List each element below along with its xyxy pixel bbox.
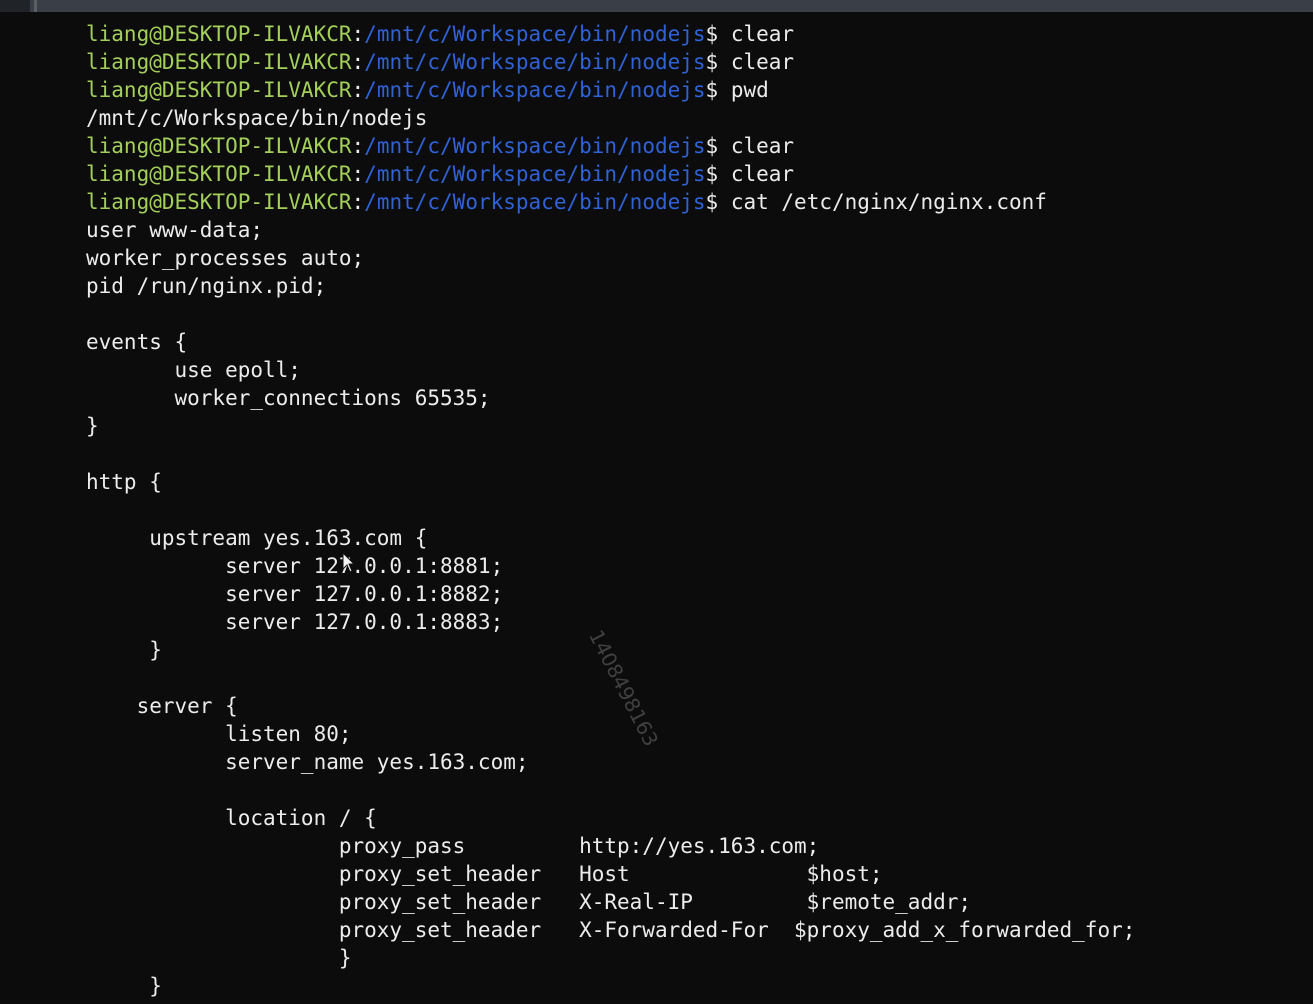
prompt-line: liang@DESKTOP-ILVAKCR:/mnt/c/Workspace/b… (86, 48, 794, 76)
prompt-user-host: liang@DESKTOP-ILVAKCR (86, 134, 352, 158)
config-line: server_name yes.163.com; (86, 750, 529, 774)
config-line: worker_processes auto; (86, 246, 365, 270)
prompt-user-host: liang@DESKTOP-ILVAKCR (86, 190, 352, 214)
prompt-user-host: liang@DESKTOP-ILVAKCR (86, 22, 352, 46)
prompt-path: /mnt/c/Workspace/bin/nodejs (364, 162, 706, 186)
config-line: server 127.0.0.1:8883; (86, 610, 504, 634)
config-line: server { (86, 694, 238, 718)
prompt-command: clear (730, 50, 795, 74)
config-line: upstream yes.163.com { (86, 526, 428, 550)
prompt-dollar: $ (705, 134, 731, 158)
config-line: server 127.0.0.1:8881; (86, 554, 504, 578)
config-line: } (86, 414, 99, 438)
top-bar-divider (34, 0, 37, 12)
prompt-path: /mnt/c/Workspace/bin/nodejs (364, 50, 706, 74)
config-line: server 127.0.0.1:8882; (86, 582, 504, 606)
config-line: http { (86, 470, 162, 494)
window-top-bar (0, 0, 1313, 12)
prompt-dollar: $ (705, 190, 731, 214)
config-line: } (86, 974, 162, 998)
mouse-pointer-icon (342, 552, 356, 573)
prompt-user-host: liang@DESKTOP-ILVAKCR (86, 50, 352, 74)
config-line: pid /run/nginx.pid; (86, 274, 327, 298)
prompt-command: clear (730, 22, 795, 46)
prompt-line: liang@DESKTOP-ILVAKCR:/mnt/c/Workspace/b… (86, 20, 794, 48)
prompt-separator: : (351, 134, 365, 158)
prompt-path: /mnt/c/Workspace/bin/nodejs (364, 22, 706, 46)
prompt-line: liang@DESKTOP-ILVAKCR:/mnt/c/Workspace/b… (86, 160, 794, 188)
config-line: proxy_set_header X-Forwarded-For $proxy_… (86, 918, 1136, 942)
config-line: location / { (86, 806, 377, 830)
config-line: events { (86, 330, 188, 354)
prompt-separator: : (351, 190, 365, 214)
prompt-dollar: $ (705, 22, 731, 46)
prompt-command: clear (730, 134, 795, 158)
prompt-user-host: liang@DESKTOP-ILVAKCR (86, 78, 352, 102)
config-line: worker_connections 65535; (86, 386, 491, 410)
prompt-command: cat /etc/nginx/nginx.conf (730, 190, 1047, 214)
prompt-path: /mnt/c/Workspace/bin/nodejs (364, 190, 706, 214)
config-line: user www-data; (86, 218, 264, 242)
prompt-line: liang@DESKTOP-ILVAKCR:/mnt/c/Workspace/b… (86, 132, 794, 160)
prompt-dollar: $ (705, 78, 731, 102)
config-line: listen 80; (86, 722, 352, 746)
top-bar-left-segment (0, 0, 30, 12)
config-line: proxy_pass http://yes.163.com; (86, 834, 820, 858)
config-line: proxy_set_header Host $host; (86, 862, 883, 886)
config-line: } (86, 638, 162, 662)
prompt-command: clear (730, 162, 795, 186)
prompt-dollar: $ (705, 50, 731, 74)
pwd-output-line: /mnt/c/Workspace/bin/nodejs (86, 106, 428, 130)
prompt-path: /mnt/c/Workspace/bin/nodejs (364, 78, 706, 102)
prompt-separator: : (351, 50, 365, 74)
prompt-dollar: $ (705, 162, 731, 186)
prompt-line: liang@DESKTOP-ILVAKCR:/mnt/c/Workspace/b… (86, 76, 769, 104)
config-line: proxy_set_header X-Real-IP $remote_addr; (86, 890, 972, 914)
config-line: } (86, 946, 352, 970)
prompt-command: pwd (730, 78, 769, 102)
watermark-text: 1408498163 (584, 625, 664, 751)
prompt-separator: : (351, 162, 365, 186)
prompt-separator: : (351, 22, 365, 46)
terminal-window[interactable]: liang@DESKTOP-ILVAKCR:/mnt/c/Workspace/b… (0, 0, 1313, 1004)
config-line: use epoll; (86, 358, 301, 382)
prompt-line: liang@DESKTOP-ILVAKCR:/mnt/c/Workspace/b… (86, 188, 1047, 216)
prompt-path: /mnt/c/Workspace/bin/nodejs (364, 134, 706, 158)
prompt-user-host: liang@DESKTOP-ILVAKCR (86, 162, 352, 186)
prompt-separator: : (351, 78, 365, 102)
